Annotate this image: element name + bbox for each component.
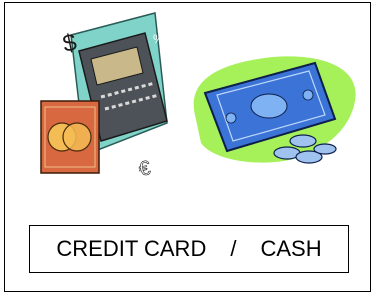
payment-clipart: $ € % [40, 12, 356, 181]
card-frame: $ € % CREDIT CARD / CASH [4, 2, 371, 292]
coin [313, 143, 337, 155]
card-circle-right [62, 122, 92, 152]
payment-method-label: CREDIT CARD / CASH [29, 225, 349, 273]
cash-illustration [193, 56, 356, 164]
coin [289, 134, 317, 148]
separator-text: / [230, 236, 237, 261]
banknote-dot-right [302, 89, 314, 101]
banknote-portrait [250, 93, 288, 119]
credit-card-text: CREDIT CARD [56, 236, 207, 261]
cash-text: CASH [260, 236, 322, 261]
euro-sign-icon: € [137, 157, 152, 181]
percent-sign-icon: % [153, 32, 164, 46]
credit-card-illustration: $ € % [40, 12, 168, 181]
banknote-dot-left [225, 112, 237, 124]
